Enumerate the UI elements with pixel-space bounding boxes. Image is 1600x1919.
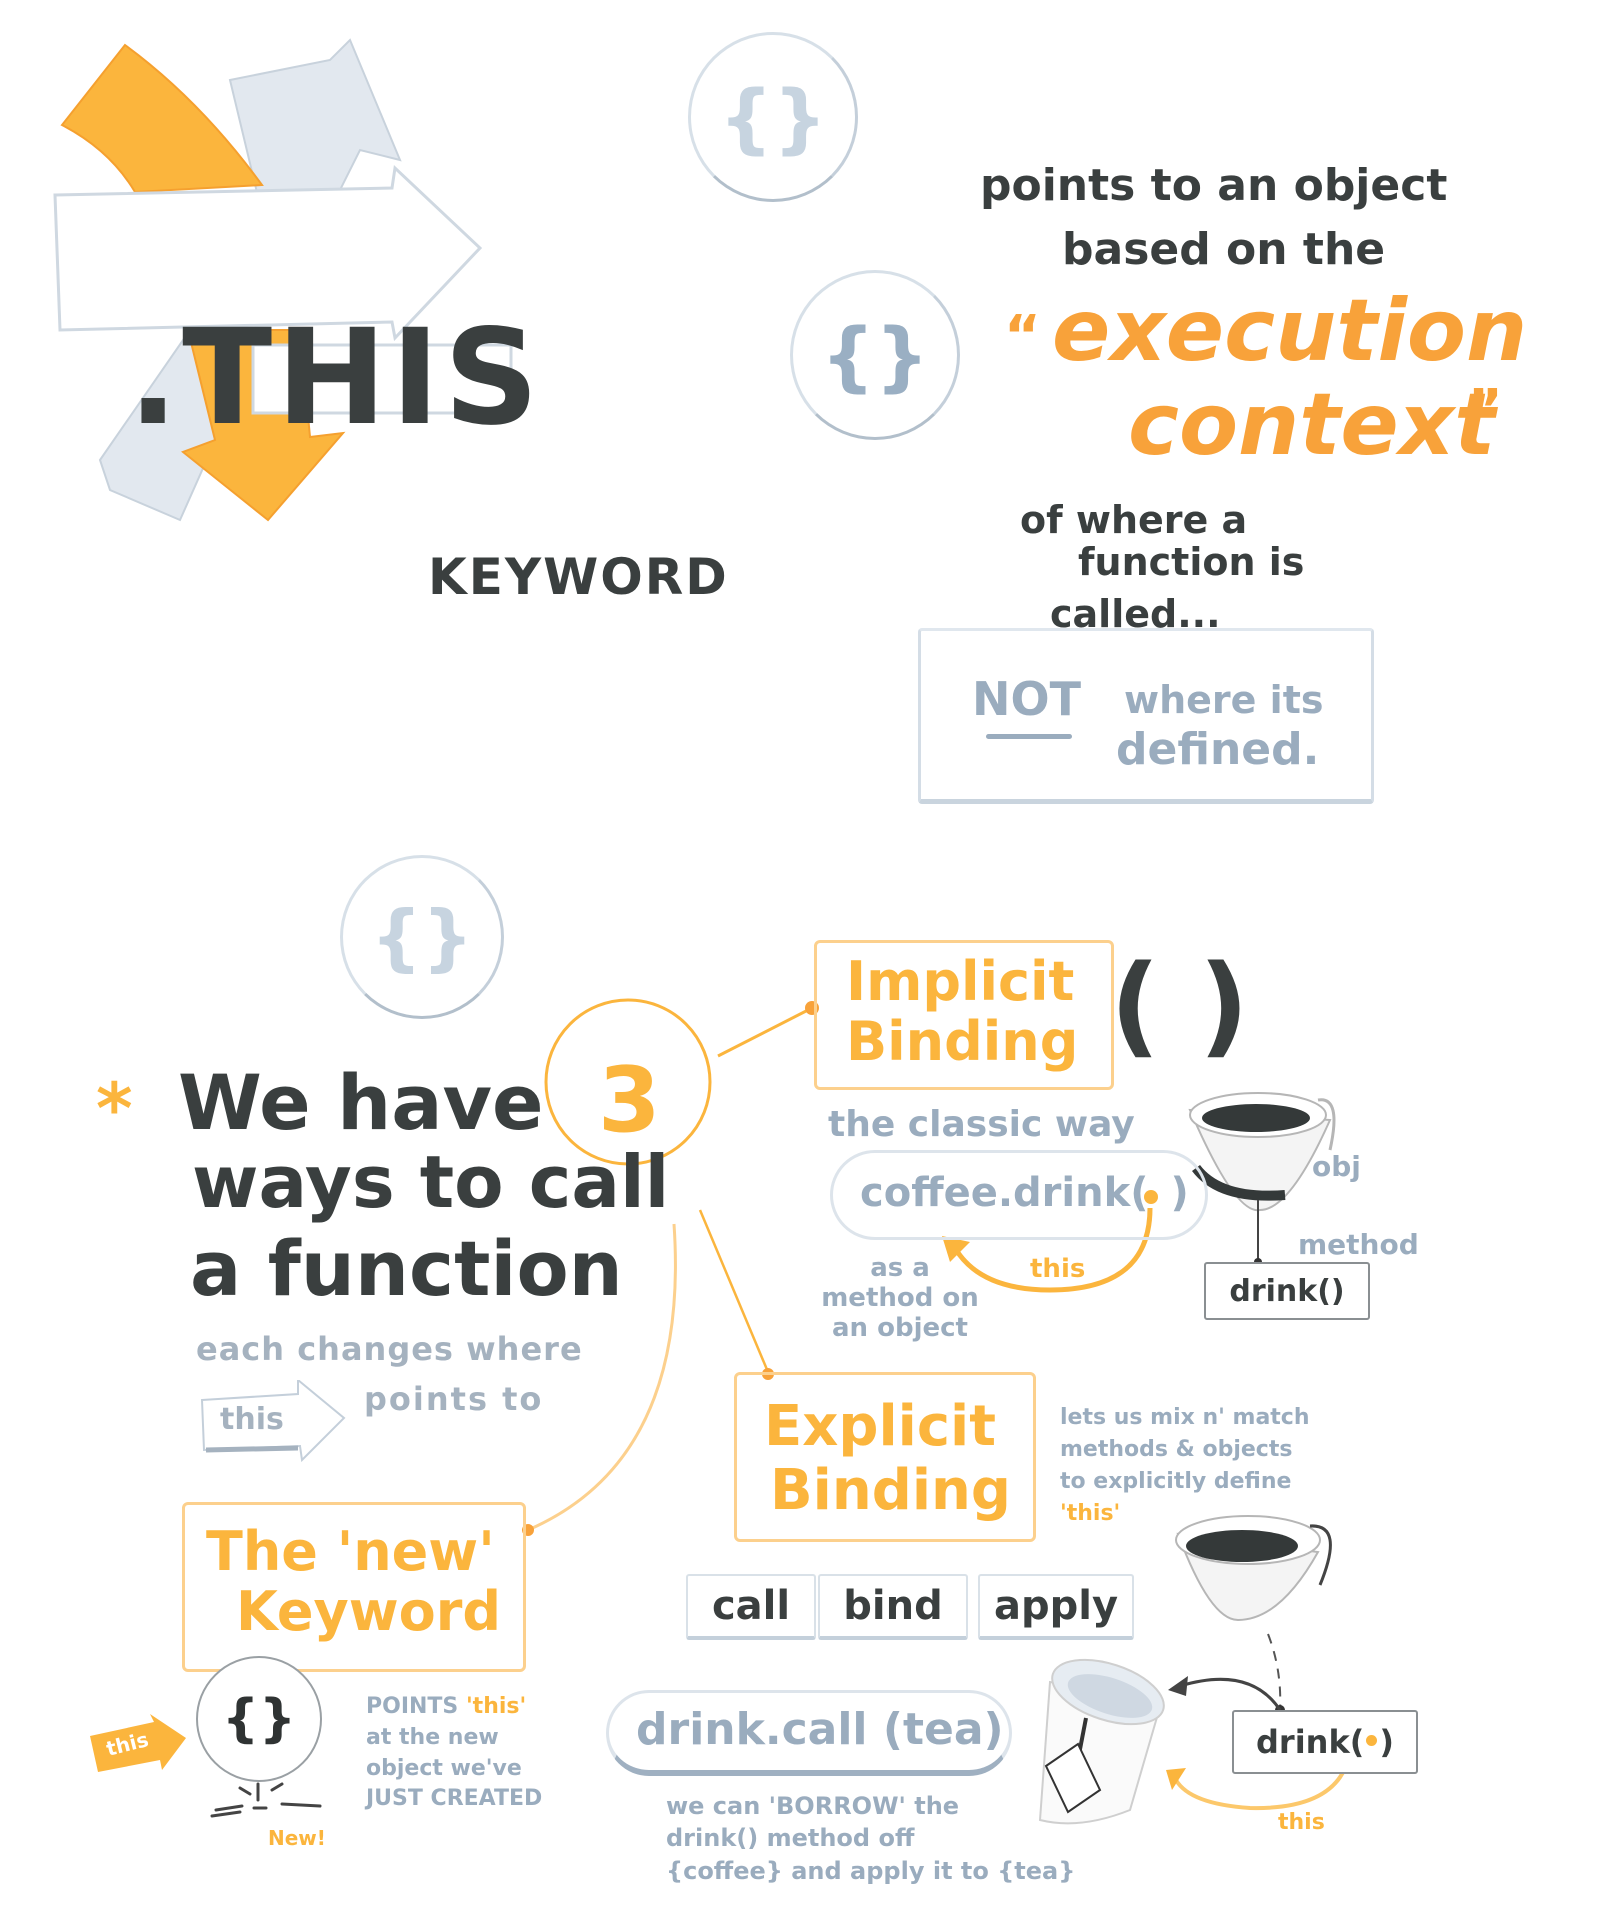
- curly-braces-icon: {}: [221, 1689, 297, 1749]
- code-close: ): [1170, 1170, 1189, 1216]
- borrow-note: we can 'BORROW' the drink() method off {…: [666, 1790, 1075, 1887]
- bind-method-chip: bind: [818, 1574, 968, 1640]
- asterisk-icon: *: [96, 1068, 133, 1150]
- coffee-cup-icon: [1175, 1515, 1332, 1622]
- new-title-line-2: Keyword: [236, 1580, 501, 1643]
- explicit-code: drink.call (tea): [636, 1704, 1004, 1755]
- method-box-explicit: drink(): [1232, 1710, 1418, 1774]
- parentheses-icon: ( ): [1110, 941, 1249, 1069]
- execution-word: execution: [1052, 281, 1528, 381]
- this-dot: [1366, 1735, 1378, 1746]
- description-line: POINTS 'this': [366, 1692, 542, 1723]
- curly-braces-icon: {}: [820, 310, 930, 400]
- description-line: at the new: [366, 1724, 499, 1750]
- this-arrow-label: this: [220, 1402, 284, 1437]
- implicit-note: as a method on an object: [821, 1253, 979, 1343]
- connector-implicit: [717, 1006, 813, 1058]
- method-suffix: ): [1379, 1723, 1394, 1761]
- explicit-title-line-2: Binding: [770, 1458, 1011, 1523]
- method-label: method: [1298, 1228, 1419, 1261]
- this-arrowhead-explicit: [1166, 1768, 1186, 1790]
- apply-method-chip: apply: [978, 1574, 1134, 1640]
- intro-line-1: We have: [178, 1058, 544, 1147]
- hero-title: .THIS: [128, 301, 543, 455]
- explicit-description: lets us mix n' match methods & objects t…: [1060, 1402, 1310, 1530]
- intro-number: 3: [598, 1048, 661, 1153]
- desc-this: 'this': [465, 1694, 527, 1719]
- brace-circle-icon: {}: [688, 32, 858, 202]
- implicit-code: coffee.drink(): [860, 1170, 1189, 1216]
- borrow-line: {coffee} and apply it to {tea}: [666, 1856, 1076, 1885]
- new-object-circle: {}: [196, 1656, 322, 1782]
- implicit-title-line-2: Binding: [846, 1010, 1079, 1073]
- curly-braces-icon: {}: [718, 72, 828, 162]
- curly-braces-icon: {}: [370, 895, 474, 979]
- dashed-cup-line: [1267, 1633, 1282, 1711]
- desc-prefix: POINTS: [366, 1694, 466, 1719]
- method-prefix: drink(: [1256, 1723, 1365, 1761]
- this-dot: [1144, 1190, 1158, 1204]
- not-underline: [986, 734, 1072, 739]
- new-label: New!: [268, 1826, 326, 1850]
- definition-line-1: points to an object: [980, 160, 1448, 211]
- brace-circle-icon: {}: [790, 270, 960, 440]
- intro-line-2: ways to call: [192, 1140, 670, 1224]
- description-line: JUST CREATED: [366, 1786, 543, 1812]
- implicit-this-label: this: [1030, 1254, 1086, 1284]
- new-description: POINTS 'this' at the new object we've JU…: [366, 1692, 542, 1815]
- definition-line-3: of where a: [1020, 498, 1248, 542]
- quote-close: ”: [1466, 378, 1503, 443]
- explicit-title-line-1: Explicit: [764, 1394, 997, 1459]
- borrow-arrow: [1179, 1677, 1282, 1711]
- connector-explicit: [698, 1209, 770, 1373]
- code-text: coffee.drink(: [860, 1170, 1149, 1216]
- implicit-title-line-1: Implicit: [846, 950, 1075, 1013]
- borrow-arrowhead: [1168, 1676, 1188, 1696]
- hero-subtitle: KEYWORD: [428, 548, 729, 606]
- not-rest-line-1: where its: [1124, 678, 1324, 722]
- intro-sub-line-1: each changes where: [196, 1330, 583, 1368]
- intro-line-3: a function: [190, 1224, 623, 1313]
- description-line: object we've: [366, 1755, 522, 1781]
- not-rest-line-2: defined.: [1116, 724, 1320, 775]
- implicit-tagline: the classic way: [828, 1104, 1135, 1145]
- not-word: NOT: [972, 672, 1081, 726]
- definition-line-4: function is: [1078, 540, 1305, 584]
- context-word: context: [1128, 375, 1496, 475]
- description-line: lets us mix n' match: [1060, 1405, 1310, 1430]
- description-this: 'this': [1060, 1500, 1121, 1526]
- hero-prefix: the: [222, 210, 308, 264]
- new-title-line-1: The 'new': [206, 1520, 495, 1583]
- sparkle-lines: [210, 1782, 322, 1818]
- description-line: methods & objects: [1060, 1436, 1293, 1462]
- definition-line-2: based on the: [1062, 224, 1386, 275]
- orange-arrow-top: [60, 43, 264, 194]
- brace-circle-icon: {}: [340, 855, 504, 1019]
- quote-open: “: [1004, 304, 1041, 369]
- intro-sub-line-2: points to: [364, 1380, 544, 1418]
- borrow-line: drink() method off: [666, 1824, 915, 1853]
- call-method-chip: call: [686, 1574, 816, 1640]
- description-line: to explicitly define: [1060, 1468, 1292, 1494]
- obj-label: obj: [1312, 1150, 1361, 1183]
- explicit-this-label: this: [1278, 1810, 1325, 1835]
- borrow-line: we can 'BORROW' the: [666, 1792, 960, 1820]
- method-box: drink(): [1204, 1262, 1370, 1320]
